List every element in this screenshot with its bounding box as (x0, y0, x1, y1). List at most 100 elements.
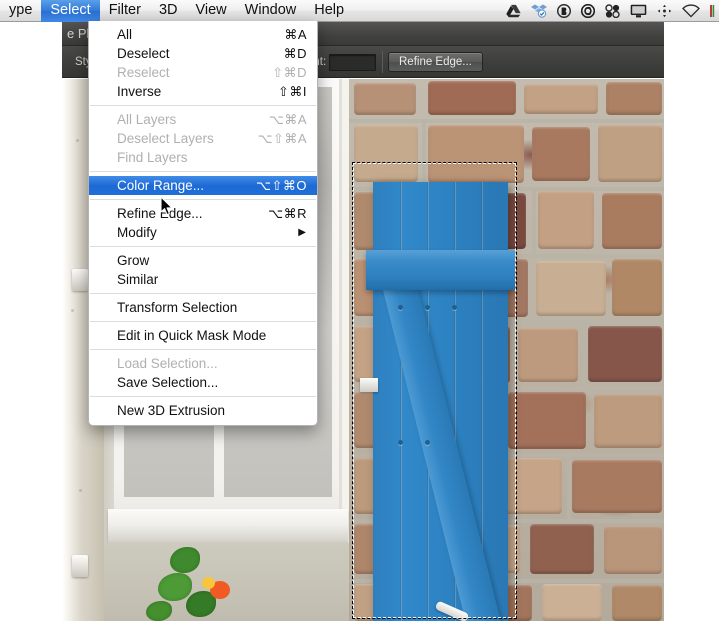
stone (428, 81, 516, 115)
menu-option-label: Transform Selection (117, 300, 238, 315)
menu-option-inverse[interactable]: Inverse ⇧⌘I (89, 82, 317, 101)
mortar-line (532, 187, 536, 254)
menu-item-window[interactable]: Window (236, 0, 306, 22)
menu-option-new-3d-extrusion[interactable]: New 3D Extrusion (89, 401, 317, 420)
menu-item-select[interactable]: Select (41, 0, 100, 22)
stone (612, 259, 662, 316)
stone (354, 125, 418, 182)
menu-option-label: Inverse (117, 84, 162, 99)
stone (538, 191, 594, 249)
adobe-bridge-icon[interactable] (557, 3, 571, 18)
flower-center (202, 577, 215, 589)
menu-separator (90, 293, 316, 294)
stone (530, 524, 594, 574)
screenshot-root: e Photoshop CS6 Style: ght: Refine Edge.… (0, 0, 719, 621)
menu-option-label: Deselect (117, 46, 170, 61)
display-icon[interactable] (630, 4, 647, 18)
menu-separator (90, 246, 316, 247)
refine-edge-button[interactable]: Refine Edge... (388, 52, 483, 72)
menu-option-shortcut: ⌘D (283, 45, 307, 61)
menu-option-label: Edit in Quick Mask Mode (117, 328, 267, 343)
jamb-latch-hook-lower (72, 555, 88, 577)
stone (572, 460, 662, 513)
menu-option-shortcut: ⌥⇧⌘O (256, 177, 307, 193)
height-input[interactable] (329, 54, 376, 71)
menu-option-reselect: Reselect ⇧⌘D (89, 63, 317, 82)
stone (532, 127, 590, 181)
menu-bar-status-icons (506, 3, 719, 18)
menu-option-grow[interactable]: Grow (89, 251, 317, 270)
menu-option-similar[interactable]: Similar (89, 270, 317, 289)
stone (518, 328, 578, 382)
menu-option-save-selection[interactable]: Save Selection... (89, 373, 317, 392)
menu-item-help[interactable]: Help (305, 0, 353, 22)
jamb-texture (76, 139, 79, 142)
menu-option-label: All (117, 27, 133, 42)
options-separator (382, 51, 383, 73)
stone (524, 84, 598, 114)
shutter-wall-hook (360, 378, 378, 392)
menu-option-label: Color Range... (117, 178, 205, 193)
menu-option-label: New 3D Extrusion (117, 403, 226, 418)
mortar-line (422, 119, 426, 187)
menu-option-label: Refine Edge... (117, 206, 203, 221)
creative-cloud-icon[interactable] (581, 3, 595, 18)
jamb-texture (71, 309, 74, 312)
menu-option-label: Modify (117, 225, 157, 240)
stone (428, 125, 524, 183)
menu-option-color-range[interactable]: Color Range... ⌥⇧⌘O (89, 176, 317, 195)
plank-seam (400, 182, 402, 621)
menu-option-quick-mask[interactable]: Edit in Quick Mask Mode (89, 326, 317, 345)
stone (354, 83, 416, 115)
menu-option-deselect-layers: Deselect Layers ⌥⇧⌘A (89, 129, 317, 148)
jamb-texture (79, 489, 82, 492)
stone (604, 526, 662, 574)
menu-option-shortcut: ⇧⌘D (272, 64, 307, 80)
bluetooth-move-icon[interactable] (657, 4, 672, 18)
mortar-line (582, 321, 586, 387)
app-grid-icon[interactable] (605, 3, 620, 18)
window-sill (108, 509, 348, 545)
menu-item-3d[interactable]: 3D (150, 0, 187, 22)
menu-separator (90, 321, 316, 322)
menu-item-filter[interactable]: Filter (100, 0, 150, 22)
jamb-latch-hook (72, 269, 88, 291)
menu-option-shortcut: ⇧⌘I (277, 83, 307, 99)
menu-item-type[interactable]: ype (0, 0, 41, 22)
canvas-margin-right (664, 44, 719, 621)
google-drive-icon[interactable] (506, 4, 521, 18)
nail-head (398, 305, 403, 310)
menu-option-label: Deselect Layers (117, 131, 214, 146)
menu-separator (90, 105, 316, 106)
menu-separator (90, 171, 316, 172)
cross-rail (366, 250, 515, 290)
menu-option-shortcut: ⌥⌘A (268, 111, 307, 127)
dropbox-icon[interactable] (531, 4, 547, 18)
nail-head (425, 305, 430, 310)
stone (536, 261, 606, 316)
menu-option-shortcut: ⌘A (284, 26, 307, 42)
stone (612, 585, 662, 621)
diagonal-brace (383, 281, 518, 621)
select-dropdown-menu[interactable]: All ⌘A Deselect ⌘D Reselect ⇧⌘D Inverse … (88, 21, 318, 426)
menu-option-load-selection: Load Selection... (89, 354, 317, 373)
menu-option-label: Grow (117, 253, 150, 268)
battery-icon[interactable] (710, 4, 715, 17)
menu-option-refine-edge[interactable]: Refine Edge... ⌥⌘R (89, 204, 317, 223)
nail-head (398, 440, 403, 445)
menu-option-shortcut: ⌥⌘R (268, 205, 307, 221)
menu-option-modify[interactable]: Modify ▶ (89, 223, 317, 242)
menu-option-deselect[interactable]: Deselect ⌘D (89, 44, 317, 63)
stone (508, 392, 586, 449)
menu-option-all[interactable]: All ⌘A (89, 25, 317, 44)
blue-shutter (360, 182, 518, 621)
mortar-line (349, 119, 664, 123)
wall-below-sill (104, 543, 349, 621)
menu-option-label: Load Selection... (117, 356, 218, 371)
wifi-icon[interactable] (682, 3, 700, 18)
submenu-arrow-icon: ▶ (298, 227, 306, 238)
menu-separator (90, 396, 316, 397)
stone (594, 394, 662, 448)
menu-option-transform-selection[interactable]: Transform Selection (89, 298, 317, 317)
menu-item-view[interactable]: View (186, 0, 235, 22)
